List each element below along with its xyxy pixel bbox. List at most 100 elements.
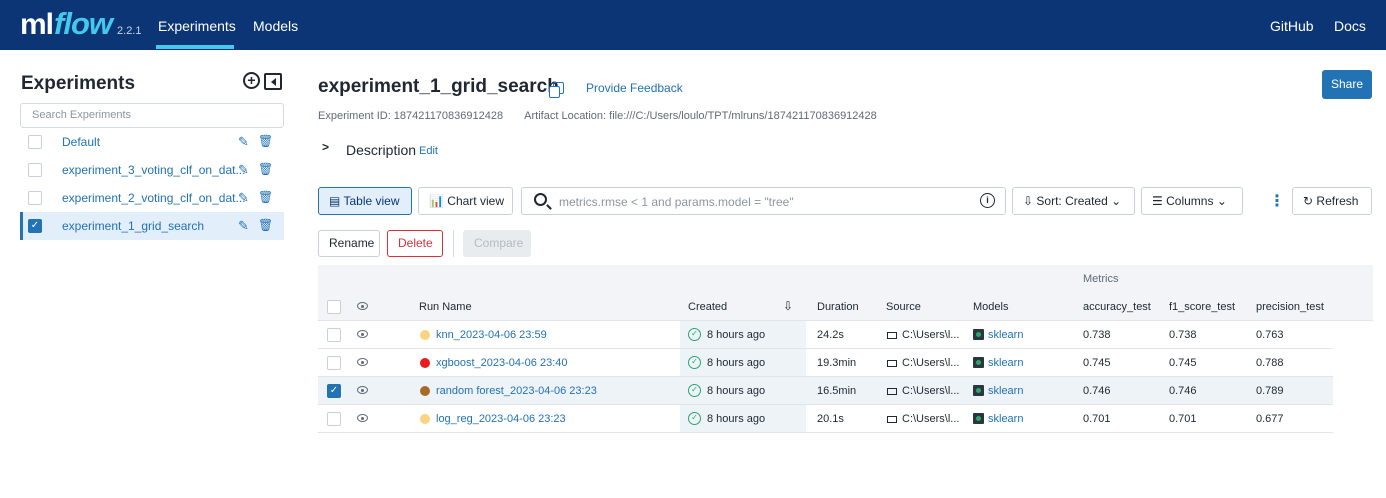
more-options-icon[interactable]: ⋮	[1269, 191, 1285, 211]
duration-value: 19.3min	[817, 357, 857, 369]
col-source[interactable]: Source	[886, 301, 921, 313]
run-name-link[interactable]: random forest_2023-04-06 23:23	[436, 385, 597, 397]
sidebar-item-label[interactable]: Default	[62, 135, 100, 149]
table-row[interactable]: log_reg_2023-04-06 23:23 ✓ 8 hours ago 2…	[318, 405, 1333, 433]
trash-icon[interactable]: 🗑	[258, 190, 273, 204]
sidebar-item-experiment-2[interactable]: experiment_2_voting_clf_on_dat... ✎ 🗑	[20, 184, 284, 212]
delete-button[interactable]: Delete	[387, 230, 443, 257]
sort-icon: ⇩	[1023, 194, 1034, 208]
check-circle-icon: ✓	[688, 412, 701, 425]
check-circle-icon: ✓	[688, 384, 701, 397]
share-button[interactable]: Share	[1322, 70, 1372, 99]
edit-icon[interactable]: ✎	[238, 218, 249, 234]
sidebar-item-experiment-1[interactable]: ✓ experiment_1_grid_search ✎ 🗑	[20, 212, 284, 240]
edit-icon[interactable]: ✎	[238, 134, 249, 150]
row-checkbox[interactable]	[327, 328, 341, 342]
nav-github[interactable]: GitHub	[1270, 18, 1314, 34]
collapse-sidebar-icon[interactable]	[264, 73, 282, 90]
eye-icon[interactable]	[357, 358, 368, 366]
sidebar-item-label[interactable]: experiment_3_voting_clf_on_dat...	[62, 163, 245, 177]
nav-docs[interactable]: Docs	[1334, 18, 1366, 34]
checkbox[interactable]	[28, 163, 42, 177]
toolbar-divider	[453, 230, 454, 257]
chart-view-button[interactable]: 📊 Chart view	[418, 187, 513, 215]
sidebar-item-default[interactable]: Default ✎ 🗑	[20, 128, 284, 156]
source-value[interactable]: C:\Users\l...	[902, 385, 959, 397]
chevron-right-icon[interactable]: >	[322, 140, 329, 154]
col-precision-test[interactable]: precision_test	[1256, 301, 1324, 313]
col-duration[interactable]: Duration	[817, 301, 859, 313]
search-experiments-input[interactable]: Search Experiments	[20, 103, 284, 128]
sort-dropdown[interactable]: ⇩ Sort: Created ⌄	[1012, 187, 1135, 215]
table-row[interactable]: xgboost_2023-04-06 23:40 ✓ 8 hours ago 1…	[318, 349, 1333, 377]
trash-icon[interactable]: 🗑	[258, 134, 273, 148]
eye-icon[interactable]	[357, 330, 368, 338]
edit-icon[interactable]: ✎	[238, 162, 249, 178]
logo-ml-text: ml	[20, 8, 54, 41]
rename-button[interactable]: Rename	[318, 230, 380, 257]
laptop-icon	[887, 360, 897, 367]
f1-value: 0.746	[1169, 385, 1197, 397]
row-checkbox-checked[interactable]: ✓	[327, 384, 341, 398]
sidebar-item-label[interactable]: experiment_2_voting_clf_on_dat...	[62, 191, 245, 205]
checkbox[interactable]	[28, 191, 42, 205]
chart-view-label: Chart view	[447, 194, 504, 208]
duration-value: 16.5min	[817, 385, 857, 397]
column-group-header: Metrics	[318, 265, 1373, 293]
source-value[interactable]: C:\Users\l...	[902, 413, 959, 425]
source-value[interactable]: C:\Users\l...	[902, 357, 959, 369]
row-checkbox[interactable]	[327, 412, 341, 426]
refresh-button[interactable]: ↻ Refresh	[1292, 187, 1372, 215]
sidebar-item-label[interactable]: experiment_1_grid_search	[62, 219, 204, 233]
info-icon[interactable]: i	[980, 193, 995, 208]
table-row-selected[interactable]: ✓ random forest_2023-04-06 23:23 ✓ 8 hou…	[318, 377, 1333, 405]
model-link[interactable]: sklearn	[988, 329, 1023, 341]
col-created[interactable]: Created	[688, 301, 727, 313]
run-filter-input[interactable]: metrics.rmse < 1 and params.model = "tre…	[521, 187, 1006, 215]
add-experiment-icon[interactable]: +	[243, 72, 260, 89]
created-value: 8 hours ago	[707, 329, 766, 341]
provide-feedback-link[interactable]: Provide Feedback	[586, 81, 683, 95]
table-row[interactable]: knn_2023-04-06 23:59 ✓ 8 hours ago 24.2s…	[318, 321, 1333, 349]
sort-desc-icon[interactable]: ⇩	[783, 299, 793, 313]
accuracy-value: 0.701	[1083, 413, 1111, 425]
refresh-icon: ↻	[1303, 194, 1314, 208]
col-accuracy-test[interactable]: accuracy_test	[1083, 301, 1151, 313]
eye-icon[interactable]	[357, 386, 368, 394]
created-value: 8 hours ago	[707, 357, 766, 369]
model-link[interactable]: sklearn	[988, 413, 1023, 425]
columns-dropdown[interactable]: ☰ Columns ⌄	[1141, 187, 1243, 215]
table-view-button[interactable]: ▤ Table view	[318, 187, 412, 215]
mlflow-logo[interactable]: ml flow 2.2.1	[20, 6, 141, 42]
checkbox-checked[interactable]: ✓	[28, 219, 42, 233]
eye-icon[interactable]	[357, 302, 368, 310]
chart-icon: 📊	[429, 194, 444, 208]
copy-icon[interactable]	[549, 82, 564, 98]
nav-experiments[interactable]: Experiments	[158, 18, 236, 34]
checkbox[interactable]	[28, 135, 42, 149]
nav-models[interactable]: Models	[253, 18, 298, 34]
model-link[interactable]: sklearn	[988, 357, 1023, 369]
sidebar-item-experiment-3[interactable]: experiment_3_voting_clf_on_dat... ✎ 🗑	[20, 156, 284, 184]
source-value[interactable]: C:\Users\l...	[902, 329, 959, 341]
col-models[interactable]: Models	[973, 301, 1008, 313]
col-run-name[interactable]: Run Name	[419, 301, 472, 313]
edit-icon[interactable]: ✎	[238, 190, 249, 206]
run-name-link[interactable]: knn_2023-04-06 23:59	[436, 329, 547, 341]
accuracy-value: 0.746	[1083, 385, 1111, 397]
trash-icon[interactable]: 🗑	[258, 162, 273, 176]
sort-label: Sort: Created	[1036, 194, 1108, 208]
select-all-checkbox[interactable]	[327, 300, 341, 314]
run-name-link[interactable]: log_reg_2023-04-06 23:23	[436, 413, 566, 425]
trash-icon[interactable]: 🗑	[258, 218, 273, 232]
eye-icon[interactable]	[357, 414, 368, 422]
description-edit-link[interactable]: Edit	[419, 145, 438, 157]
run-name-link[interactable]: xgboost_2023-04-06 23:40	[436, 357, 568, 369]
col-f1-score-test[interactable]: f1_score_test	[1169, 301, 1235, 313]
duration-value: 20.1s	[817, 413, 844, 425]
laptop-icon	[887, 388, 897, 395]
description-toggle[interactable]: Description	[346, 142, 416, 158]
model-link[interactable]: sklearn	[988, 385, 1023, 397]
row-checkbox[interactable]	[327, 356, 341, 370]
laptop-icon	[887, 416, 897, 423]
